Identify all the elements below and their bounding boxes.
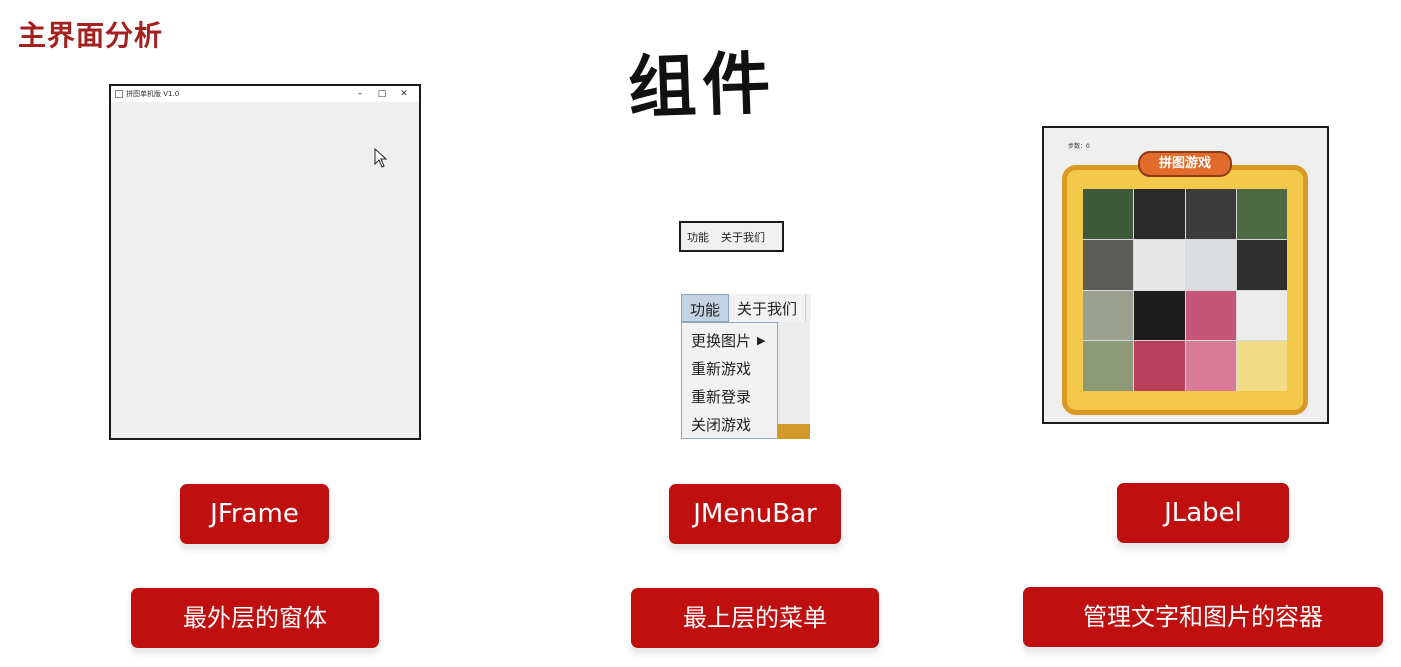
puzzle-tile[interactable] bbox=[1083, 290, 1134, 341]
menu-item-label: 重新登录 bbox=[691, 388, 752, 406]
menu-item-restart-game[interactable]: 重新游戏 bbox=[682, 357, 777, 385]
menu-item-label: 关闭游戏 bbox=[691, 416, 752, 434]
menu-function-active[interactable]: 功能 bbox=[681, 294, 730, 322]
puzzle-tile[interactable] bbox=[1236, 189, 1287, 239]
window-titlebar: 拼图单机版 V1.0 – □ ✕ bbox=[111, 86, 419, 102]
menu-dropdown: 更换图片 ▶ 重新游戏 重新登录 关闭游戏 bbox=[681, 322, 778, 439]
puzzle-banner: 拼图游戏 bbox=[1138, 151, 1232, 177]
menu-function[interactable]: 功能 bbox=[687, 229, 709, 245]
menu-background-strip bbox=[778, 322, 810, 439]
menubar-open: 功能 关于我们 bbox=[681, 294, 811, 322]
menu-about-us[interactable]: 关于我们 bbox=[729, 294, 807, 322]
close-icon[interactable]: ✕ bbox=[393, 89, 415, 99]
menu-item-close-game[interactable]: 关闭游戏 bbox=[682, 413, 777, 441]
puzzle-tile[interactable] bbox=[1134, 341, 1185, 391]
puzzle-tile[interactable] bbox=[1236, 239, 1287, 290]
puzzle-tile[interactable] bbox=[1185, 341, 1236, 391]
puzzle-tile[interactable] bbox=[1083, 189, 1134, 239]
menu-item-change-image[interactable]: 更换图片 ▶ bbox=[682, 329, 777, 357]
puzzle-tile[interactable] bbox=[1083, 341, 1134, 391]
puzzle-tile[interactable] bbox=[1134, 239, 1185, 290]
puzzle-tile[interactable] bbox=[1185, 189, 1236, 239]
puzzle-tile[interactable] bbox=[1185, 290, 1236, 341]
desc-jmenubar: 最上层的菜单 bbox=[631, 588, 879, 648]
menu-background-gold bbox=[778, 424, 810, 439]
jframe-demo-window: 拼图单机版 V1.0 – □ ✕ bbox=[109, 84, 421, 440]
puzzle-tile[interactable] bbox=[1236, 290, 1287, 341]
mouse-cursor-icon bbox=[374, 148, 388, 168]
section-title: 主界面分析 bbox=[18, 19, 164, 52]
menubar-closed: 功能 关于我们 bbox=[679, 221, 784, 252]
puzzle-tile[interactable] bbox=[1185, 239, 1236, 290]
main-title: 组件 bbox=[626, 44, 778, 129]
desc-jlabel: 管理文字和图片的容器 bbox=[1023, 587, 1383, 647]
puzzle-tile[interactable] bbox=[1083, 239, 1134, 290]
puzzle-tile[interactable] bbox=[1134, 189, 1185, 239]
label-jlabel: JLabel bbox=[1117, 483, 1289, 543]
puzzle-blank-tile[interactable] bbox=[1236, 341, 1287, 391]
steps-label: 步数：0 bbox=[1068, 143, 1090, 150]
minimize-icon[interactable]: – bbox=[349, 89, 371, 99]
maximize-icon[interactable]: □ bbox=[371, 89, 393, 99]
desc-jframe: 最外层的窗体 bbox=[131, 588, 379, 648]
menu-about-us[interactable]: 关于我们 bbox=[721, 229, 765, 245]
submenu-arrow-icon: ▶ bbox=[757, 334, 766, 347]
menu-item-label: 重新游戏 bbox=[691, 360, 752, 378]
window-title: 拼图单机版 V1.0 bbox=[126, 90, 180, 98]
puzzle-grid bbox=[1083, 189, 1287, 391]
app-icon bbox=[115, 90, 123, 98]
label-jmenubar: JMenuBar bbox=[669, 484, 841, 544]
puzzle-tile[interactable] bbox=[1134, 290, 1185, 341]
menu-item-relogin[interactable]: 重新登录 bbox=[682, 385, 777, 413]
label-jframe: JFrame bbox=[180, 484, 329, 544]
menu-item-label: 更换图片 bbox=[691, 332, 752, 350]
